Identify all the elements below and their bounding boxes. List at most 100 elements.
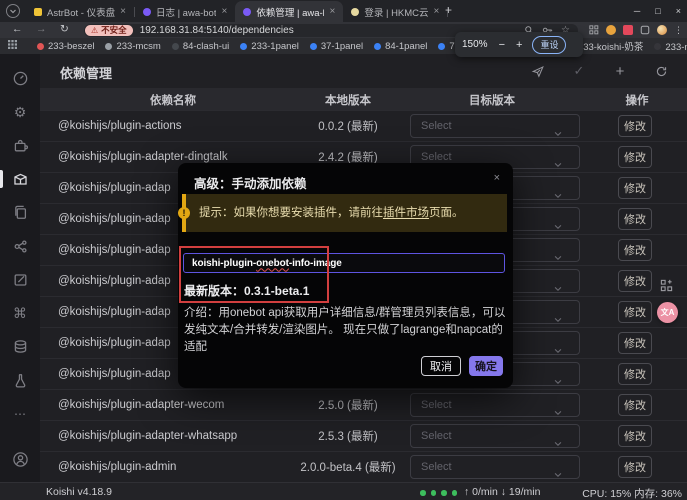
modal-close-icon[interactable]: × [494, 172, 500, 184]
sidebar-item-network[interactable] [0, 230, 40, 264]
local-version: 2.5.3 (最新) [298, 421, 398, 452]
target-version-select[interactable]: Select [410, 393, 580, 417]
modify-button[interactable]: 修改 [618, 301, 652, 323]
console-sidebar: ⚙ ⌘ ⋯ [0, 54, 40, 482]
tab-group-grid-icon[interactable] [660, 279, 673, 297]
modify-button[interactable]: 修改 [618, 115, 652, 137]
bookmark-item[interactable]: 233-mcsm [105, 41, 160, 52]
bookmark-item[interactable]: 233-beszel [37, 41, 94, 52]
modify-button[interactable]: 修改 [618, 363, 652, 385]
sidebar-item-settings[interactable]: ⚙ [0, 96, 40, 130]
zoom-reset-button[interactable]: 重设 [532, 36, 566, 54]
translate-fab-button[interactable]: 文A [657, 302, 678, 323]
tab-close-icon[interactable]: × [221, 7, 227, 17]
bookmark-favicon [438, 43, 445, 50]
apps-grid-icon[interactable] [8, 40, 17, 52]
sandbox-icon [12, 271, 29, 288]
tab-close-icon[interactable]: × [434, 7, 440, 17]
target-version-select[interactable]: Select [410, 114, 580, 138]
bookmark-item[interactable]: 84-1panel [374, 41, 427, 52]
target-version-select[interactable]: Select [410, 455, 580, 479]
modal-warning-alert: ! 提示：如果你想要安装插件，请前往插件市场页面。 [182, 194, 507, 232]
bookmark-favicon [374, 43, 381, 50]
new-tab-button[interactable]: + [445, 3, 452, 17]
koishi-favicon [143, 8, 151, 16]
bookmark-item[interactable]: 84-clash-ui [172, 41, 229, 52]
user-icon[interactable] [0, 451, 40, 468]
modify-button[interactable]: 修改 [618, 239, 652, 261]
dependency-name: @koishijs/plugin-actions [58, 120, 182, 132]
modify-button[interactable]: 修改 [618, 177, 652, 199]
modify-button[interactable]: 修改 [618, 425, 652, 447]
sidebar-item-experiment[interactable] [0, 364, 40, 398]
koishi-favicon [243, 8, 251, 16]
modify-button[interactable]: 修改 [618, 394, 652, 416]
network-icon [12, 238, 29, 255]
extensions-grid-icon[interactable] [589, 25, 599, 35]
window-minimize-button[interactable]: ─ [634, 6, 640, 16]
modify-button[interactable]: 修改 [618, 456, 652, 478]
zoom-out-button[interactable]: − [499, 39, 505, 51]
tab-extension-icon[interactable] [640, 25, 650, 35]
browser-tab[interactable]: AstrBot - 仪表盘× [26, 1, 134, 22]
cancel-button[interactable]: 取消 [421, 356, 461, 376]
sidebar-item-dashboard[interactable] [0, 62, 40, 96]
tab-search-caret-icon[interactable] [6, 4, 20, 18]
bookmark-label: 233-koishi-奶茶 [578, 39, 643, 53]
latest-version-label: 最新版本：0.3.1-beta.1 [184, 282, 309, 299]
browser-toolbar: ← → ↻ ⚠ 不安全 192.168.31.84:5140/dependenc… [0, 22, 687, 38]
sidebar-item-dependencies[interactable] [0, 163, 40, 197]
bookmark-item[interactable]: 233-1panel [240, 41, 299, 52]
page-header: 依赖管理 ✓ + [40, 54, 687, 88]
back-button[interactable]: ← [12, 23, 23, 35]
profile-avatar[interactable] [657, 25, 667, 35]
table-row: @koishijs/plugin-admin2.0.0-beta.4 (最新)S… [40, 451, 687, 482]
tab-close-icon[interactable]: × [120, 7, 126, 17]
sidebar-item-more[interactable]: ⋯ [0, 397, 40, 431]
dependency-name-input[interactable]: koishi-plugin-onebot-info-image [183, 253, 505, 273]
browser-tab[interactable]: 日志 | awa-bot× [135, 1, 235, 22]
launch-rocket-icon[interactable] [529, 62, 547, 80]
market-link[interactable]: 插件市场 [383, 207, 429, 219]
target-version-select[interactable]: Select [410, 424, 580, 448]
browser-tab[interactable]: 登录 | HKMC云 × [343, 1, 447, 22]
modify-button[interactable]: 修改 [618, 332, 652, 354]
tab-title: 登录 | HKMC云 [364, 5, 428, 19]
red-extension-icon[interactable] [623, 25, 633, 35]
forward-button[interactable]: → [36, 23, 47, 35]
sidebar-item-pages[interactable] [0, 196, 40, 230]
refresh-icon[interactable] [652, 62, 670, 80]
browser-tab[interactable]: 依赖管理 | awa-bot× [235, 1, 343, 22]
dependency-name: @koishijs/plugin-adapter-whatsapp [58, 430, 237, 442]
bookmark-label: 233-1panel [251, 41, 299, 52]
sidebar-item-plugins[interactable] [0, 129, 40, 163]
modify-button[interactable]: 修改 [618, 208, 652, 230]
modify-button[interactable]: 修改 [618, 146, 652, 168]
sidebar-item-commands[interactable]: ⌘ [0, 297, 40, 331]
bookmark-favicon [105, 43, 112, 50]
bookmark-favicon [240, 43, 247, 50]
modify-button[interactable]: 修改 [618, 270, 652, 292]
add-dependency-icon[interactable]: + [611, 62, 629, 80]
table-row: @koishijs/plugin-adapter-whatsapp 2.5.3 (… [40, 420, 687, 451]
health-dot [420, 490, 426, 496]
tab-close-icon[interactable]: × [329, 7, 335, 17]
sidebar-item-database[interactable] [0, 330, 40, 364]
confirm-button[interactable]: 确定 [469, 356, 503, 376]
bookmark-item[interactable]: 37-1panel [310, 41, 363, 52]
avatar-extension-icon[interactable] [606, 25, 616, 35]
url-text[interactable]: 192.168.31.84:5140/dependencies [140, 25, 294, 36]
health-dot [441, 490, 447, 496]
column-header-name: 依赖名称 [150, 92, 196, 108]
apply-check-icon[interactable]: ✓ [570, 62, 588, 80]
exclamation-icon: ! [178, 207, 190, 219]
window-close-button[interactable]: × [676, 6, 681, 16]
security-chip[interactable]: ⚠ 不安全 [85, 25, 133, 37]
window-maximize-button[interactable]: □ [655, 6, 660, 16]
browser-menu-icon[interactable]: ⋮ [674, 25, 683, 36]
zoom-in-button[interactable]: + [516, 39, 522, 51]
sidebar-item-sandbox[interactable] [0, 263, 40, 297]
bookmark-item[interactable]: 233-napcat-奶茶 [654, 39, 687, 53]
health-dot [452, 490, 458, 496]
reload-button[interactable]: ↻ [60, 23, 69, 35]
